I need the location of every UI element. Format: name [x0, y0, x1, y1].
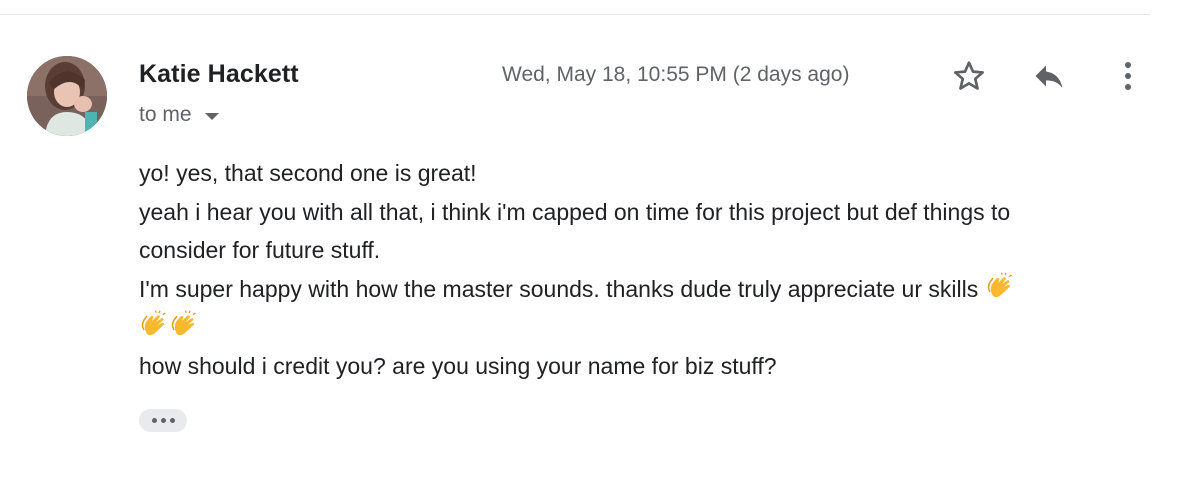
star-button[interactable]: [949, 56, 989, 96]
sender-name[interactable]: Katie Hackett: [139, 60, 299, 89]
show-trimmed-content-button[interactable]: [139, 409, 187, 432]
emoji-line: [139, 308, 1149, 347]
more-vertical-icon: [1125, 62, 1131, 90]
body-line: I'm super happy with how the master soun…: [139, 275, 979, 302]
body-line: yeah i hear you with all that, i think i…: [139, 198, 1011, 225]
clapping-hands-icon: [141, 310, 166, 336]
message-body: yo! yes, that second one is great! yeah …: [139, 154, 1149, 386]
star-icon: [954, 61, 984, 90]
ellipsis-dot: [169, 418, 175, 423]
ellipsis-dot: [160, 418, 166, 423]
reply-icon: [1035, 65, 1063, 88]
body-line: how should i credit you? are you using y…: [139, 352, 777, 379]
message-timestamp: Wed, May 18, 10:55 PM (2 days ago): [502, 63, 850, 86]
caret-down-icon[interactable]: [204, 112, 219, 120]
body-line-with-emoji: I'm super happy with how the master soun…: [139, 270, 1149, 309]
body-line: consider for future stuff.: [139, 237, 381, 264]
avatar[interactable]: [27, 56, 107, 136]
body-line: yo! yes, that second one is great!: [139, 160, 477, 186]
divider: [0, 14, 1150, 15]
reply-button[interactable]: [1029, 56, 1069, 96]
recipient-label: to me: [139, 103, 192, 126]
clapping-hands-icon: [987, 272, 1012, 297]
recipient-details-toggle[interactable]: to me: [139, 103, 219, 127]
ellipsis-dot: [151, 418, 157, 423]
more-options-button[interactable]: [1108, 56, 1148, 96]
clapping-hands-icon: [171, 310, 196, 336]
